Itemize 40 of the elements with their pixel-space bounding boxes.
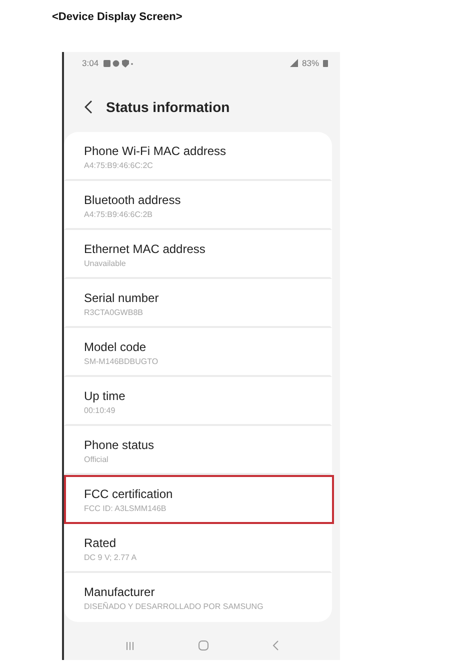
info-row[interactable]: Serial number R3CTA0GWB8B: [64, 279, 332, 328]
item-value: 00:10:49: [84, 406, 116, 414]
item-value: DC 9 V; 2.77 A: [84, 552, 138, 562]
item-label: Manufacturer: [84, 584, 156, 598]
item-label: Model code: [84, 340, 148, 354]
item-label: Ethernet MAC address: [84, 242, 206, 256]
info-row[interactable]: Rated DC 9 V; 2.77 A: [64, 524, 332, 573]
item-label: Up time: [84, 388, 126, 402]
info-row[interactable]: Phone status Official: [64, 426, 332, 475]
item-value: DISEÑADO Y DESARROLLADO POR SAMSUNG: [84, 602, 264, 610]
info-row[interactable]: Up time 00:10:49: [64, 377, 332, 426]
notification-icons: [102, 58, 133, 68]
info-row[interactable]: Manufacturer DISEÑADO Y DESARROLLADO POR SAMSUNG: [64, 573, 332, 622]
info-row[interactable]: Phone Wi-Fi MAC address A4:75:B9:46:6C:2C: [64, 132, 332, 181]
home-icon[interactable]: [198, 640, 209, 651]
item-value: A4:75:B9:46:6C:2B: [84, 210, 154, 218]
caption: <Device Display Screen>: [52, 11, 182, 23]
screen-title: Status information: [106, 99, 230, 115]
item-value: Official: [84, 454, 110, 464]
info-row[interactable]: FCC certification FCC ID: A3LSMM146B: [64, 475, 334, 524]
item-label: FCC certification: [84, 486, 174, 500]
back-icon[interactable]: [84, 100, 93, 114]
item-label: Serial number: [84, 290, 160, 304]
item-label: Phone status: [84, 438, 156, 452]
item-label: Phone Wi-Fi MAC address: [84, 144, 228, 158]
info-row[interactable]: Model code SM-M146BDBUGTO: [64, 328, 332, 377]
signal-icon: [290, 59, 298, 67]
item-value: R3CTA0GWB8B: [84, 308, 144, 316]
item-value: Unavailable: [84, 258, 127, 268]
info-row[interactable]: Bluetooth address A4:75:B9:46:6C:2B: [64, 181, 332, 230]
status-time: 3:04: [82, 58, 99, 68]
item-value: A4:75:B9:46:6C:2C: [84, 160, 154, 170]
item-value: SM-M146BDBUGTO: [84, 356, 160, 366]
battery-percent: 83%: [302, 58, 319, 68]
recent-apps-icon[interactable]: [125, 640, 136, 650]
info-row[interactable]: Ethernet MAC address Unavailable: [64, 230, 332, 279]
item-value: FCC ID: A3LSMM146B: [84, 504, 168, 512]
item-label: Bluetooth address: [84, 192, 182, 206]
battery-icon: [323, 59, 328, 67]
item-label: Rated: [84, 536, 118, 550]
